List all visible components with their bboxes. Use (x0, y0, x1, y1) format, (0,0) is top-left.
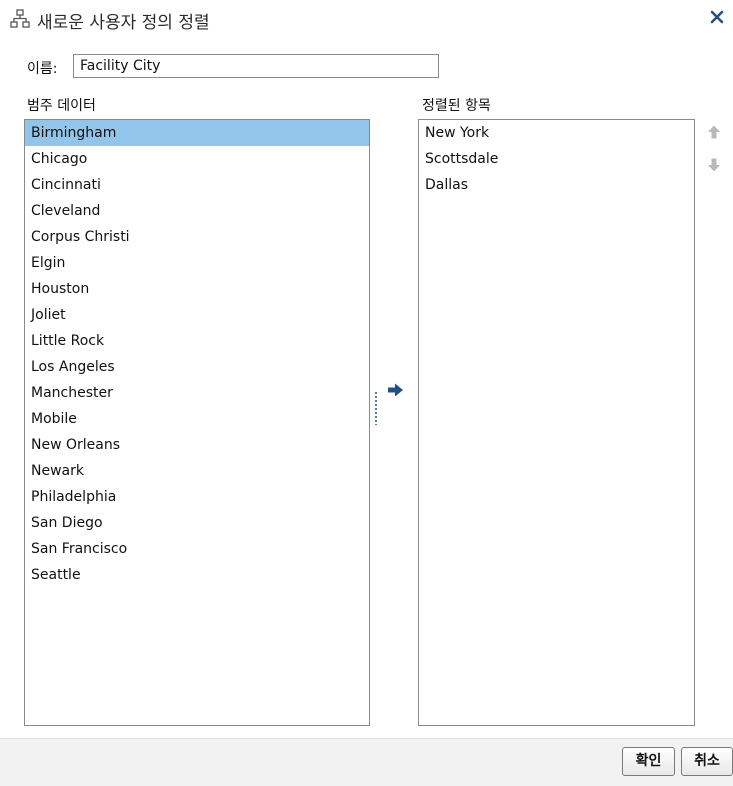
list-item[interactable]: Mobile (25, 406, 369, 432)
list-item[interactable]: Scottsdale (419, 146, 694, 172)
category-data-list[interactable]: Birmingham Chicago Cincinnati Cleveland … (24, 119, 370, 726)
list-item[interactable]: San Diego (25, 510, 369, 536)
list-item[interactable]: Birmingham (25, 120, 369, 146)
list-item[interactable]: Los Angeles (25, 354, 369, 380)
close-icon[interactable] (708, 8, 726, 26)
list-item[interactable]: Corpus Christi (25, 224, 369, 250)
list-item[interactable]: Manchester (25, 380, 369, 406)
list-item[interactable]: Chicago (25, 146, 369, 172)
sorted-items-list[interactable]: New York Scottsdale Dallas (418, 119, 695, 726)
name-label: 이름: (27, 61, 58, 77)
list-item[interactable]: Newark (25, 458, 369, 484)
sorted-items-label: 정렬된 항목 (422, 98, 491, 114)
list-item[interactable]: New Orleans (25, 432, 369, 458)
category-data-label: 범주 데이터 (27, 98, 96, 114)
arrow-up-icon[interactable] (706, 124, 722, 140)
title-bar: 새로운 사용자 정의 정렬 (0, 0, 733, 38)
custom-sort-dialog: 새로운 사용자 정의 정렬 이름: 범주 데이터 정렬된 항목 Birmingh… (0, 0, 733, 786)
list-item[interactable]: San Francisco (25, 536, 369, 562)
list-item[interactable]: Little Rock (25, 328, 369, 354)
list-item[interactable]: Cleveland (25, 198, 369, 224)
dialog-title: 새로운 사용자 정의 정렬 (37, 13, 210, 33)
list-item[interactable]: Cincinnati (25, 172, 369, 198)
arrow-right-icon[interactable] (386, 382, 406, 398)
list-item[interactable]: Dallas (419, 172, 694, 198)
cancel-button[interactable]: 취소 (681, 747, 733, 776)
list-item[interactable]: Elgin (25, 250, 369, 276)
grip-dots-icon[interactable] (374, 391, 378, 425)
hierarchy-icon (10, 9, 30, 29)
list-item[interactable]: Houston (25, 276, 369, 302)
list-item[interactable]: New York (419, 120, 694, 146)
arrow-down-icon[interactable] (706, 157, 722, 173)
ok-button[interactable]: 확인 (622, 747, 675, 776)
name-input[interactable] (73, 54, 439, 78)
list-item[interactable]: Joliet (25, 302, 369, 328)
list-item[interactable]: Seattle (25, 562, 369, 588)
list-item[interactable]: Philadelphia (25, 484, 369, 510)
